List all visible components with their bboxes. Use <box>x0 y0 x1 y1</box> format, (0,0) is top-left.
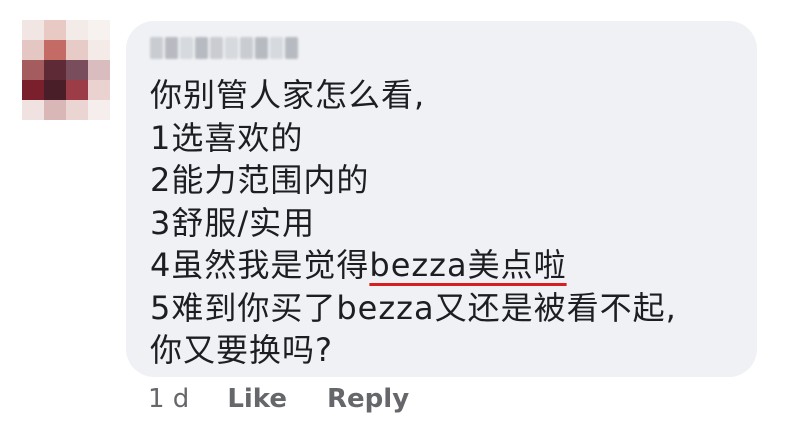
underlined-phrase: bezza美点啦 <box>369 246 567 284</box>
timestamp[interactable]: 1 d <box>148 384 189 414</box>
comment-line: 你又要换吗? <box>150 331 333 369</box>
comment-line-prefix: 4虽然我是觉得 <box>150 246 370 284</box>
avatar[interactable] <box>22 20 110 120</box>
comment-line: 3舒服/实用 <box>150 203 316 242</box>
comment-line: 5难到你买了bezza又还是被看不起, <box>150 288 677 327</box>
author-name-redacted[interactable] <box>150 37 298 59</box>
comment-text: 你别管人家怎么看, 1选喜欢的 2能力范围内的 3舒服/实用 4虽然我是觉得be… <box>150 74 677 372</box>
comment-line: 1选喜欢的 <box>150 118 304 157</box>
reply-button[interactable]: Reply <box>327 384 409 414</box>
comment-line: 2能力范围内的 <box>150 161 370 199</box>
like-button[interactable]: Like <box>227 384 287 414</box>
comment-bubble: 你别管人家怎么看, 1选喜欢的 2能力范围内的 3舒服/实用 4虽然我是觉得be… <box>126 21 757 377</box>
comment-actions: 1 d Like Reply <box>148 384 449 414</box>
comment-line: 4虽然我是觉得bezza美点啦 <box>150 244 677 287</box>
comment-line: 你别管人家怎么看, <box>150 76 426 114</box>
